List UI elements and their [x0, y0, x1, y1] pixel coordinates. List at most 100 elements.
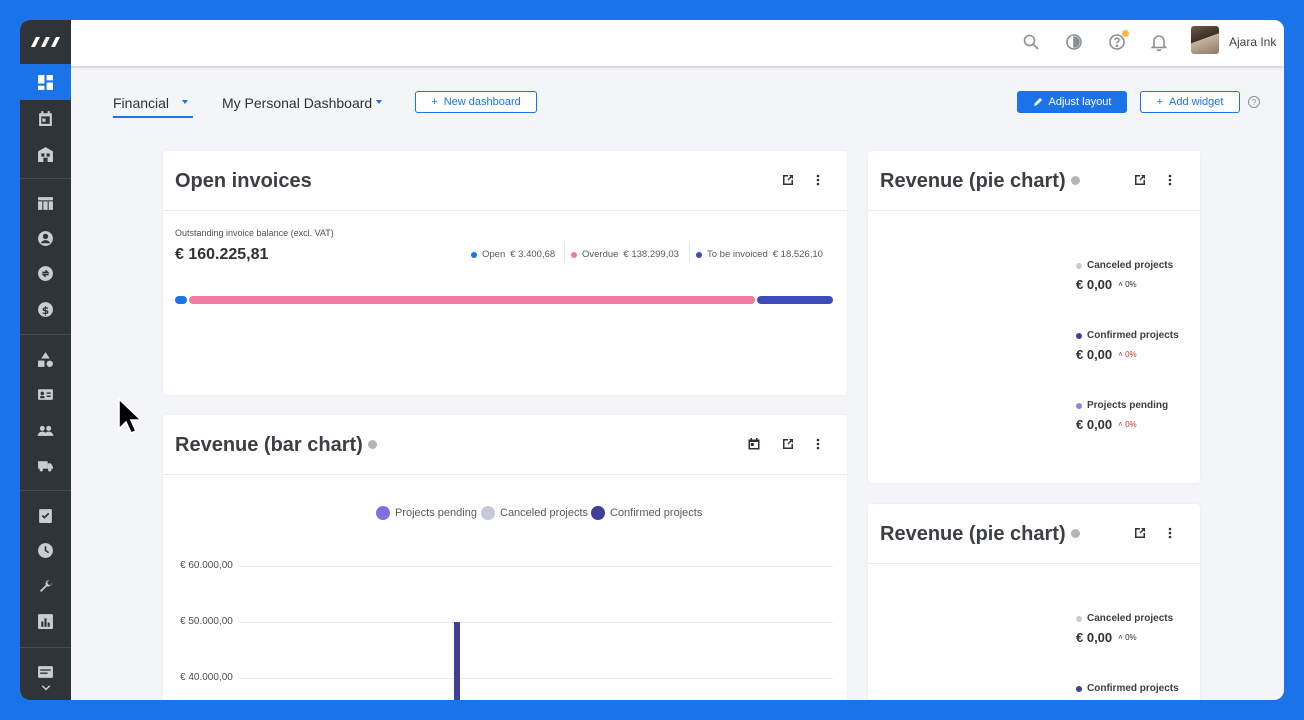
theme-icon [1066, 34, 1082, 50]
sidebar-item-tasks[interactable] [20, 497, 71, 533]
tab-financial[interactable]: Financial [113, 95, 169, 111]
pie-entry-value: € 0,00 [1076, 417, 1113, 432]
bell-icon [1150, 35, 1168, 51]
widget-title-text: Revenue (pie chart) [880, 523, 1066, 545]
more-options-button[interactable] [1162, 525, 1178, 541]
sidebar-item-company[interactable] [20, 136, 71, 172]
legend-dot [1076, 402, 1082, 409]
add-widget-label: Add widget [1169, 96, 1224, 108]
user-name[interactable]: Ajara Ink [1229, 35, 1276, 49]
sidebar-item-products[interactable] [20, 341, 71, 377]
open-external-button[interactable] [1132, 525, 1148, 541]
help-button[interactable] [1106, 30, 1129, 53]
search-icon [1023, 34, 1039, 50]
sidebar-item-contacts[interactable] [20, 220, 71, 256]
open-external-icon [783, 439, 793, 449]
more-options-button[interactable] [1162, 172, 1178, 188]
sidebar-item-team[interactable] [20, 412, 71, 448]
adjust-layout-label: Adjust layout [1048, 96, 1112, 108]
tab-my-personal-dashboard[interactable]: My Personal Dashboard [222, 95, 372, 111]
info-icon[interactable] [367, 440, 377, 449]
pie-entry-change-value: 0% [1125, 633, 1137, 642]
legend-open: Open € 3.400,68 [471, 249, 555, 260]
invoice-bar-overdue[interactable] [189, 296, 755, 304]
calendar-icon [748, 438, 760, 450]
sidebar-item-contact-card[interactable] [20, 376, 71, 412]
sidebar-divider [20, 334, 71, 335]
sidebar-divider [20, 490, 71, 491]
invoice-bar-open[interactable] [175, 296, 187, 304]
chart-legend-item[interactable]: Canceled projects [481, 506, 588, 520]
more-vertical-icon [1168, 174, 1172, 186]
open-external-button[interactable] [1132, 172, 1148, 188]
open-external-icon [1135, 175, 1145, 185]
legend-divider [564, 241, 565, 263]
pie-entry-canceled: Canceled projects € 0,00 ˄ 0% [1076, 613, 1173, 645]
open-external-icon [1135, 528, 1145, 538]
app-window: $ Ajara Ink Financial My Personal Dashbo… [20, 20, 1284, 700]
sidebar-item-dashboard[interactable] [20, 64, 71, 100]
info-icon[interactable] [1070, 176, 1080, 185]
clock-icon [38, 542, 53, 558]
app-logo[interactable] [20, 20, 71, 64]
legend-value: € 18.526,10 [772, 249, 823, 260]
invoice-total: € 160.225,81 [175, 246, 269, 263]
chevron-down-icon [41, 685, 50, 691]
wrench-icon [39, 579, 52, 592]
mouse-cursor-icon [118, 398, 140, 435]
search-button[interactable] [1020, 31, 1042, 53]
sidebar-item-settings[interactable] [20, 568, 71, 604]
contact-card-icon [38, 388, 53, 400]
truck-icon [38, 460, 53, 471]
chart-legend-item[interactable]: Confirmed projects [591, 506, 702, 520]
caret-down-icon[interactable] [182, 100, 188, 104]
legend-dot [471, 251, 477, 258]
more-options-button[interactable] [810, 172, 826, 188]
open-invoices-widget: Open invoices Outstanding invoice balanc… [163, 151, 847, 395]
info-icon[interactable] [1070, 529, 1080, 538]
sync-icon [38, 265, 53, 281]
legend-dot [571, 251, 577, 258]
chart-legend-item[interactable]: Projects pending [376, 506, 477, 520]
more-vertical-icon [816, 438, 820, 450]
widget-header: Revenue (pie chart) [868, 151, 1200, 211]
widget-title-text: Revenue (bar chart) [175, 434, 363, 456]
sidebar-expand[interactable] [20, 676, 71, 700]
date-range-button[interactable] [746, 436, 762, 452]
caret-down-icon[interactable] [376, 100, 382, 104]
theme-button[interactable] [1063, 31, 1085, 53]
sidebar-item-finance[interactable]: $ [20, 291, 71, 327]
more-options-button[interactable] [810, 436, 826, 452]
open-external-button[interactable] [780, 172, 796, 188]
widget-header: Revenue (pie chart) [868, 504, 1200, 564]
sidebar-item-delivery[interactable] [20, 447, 71, 483]
legend-dot [1076, 615, 1082, 622]
widget-title: Open invoices [175, 170, 312, 192]
sidebar-item-sync[interactable] [20, 255, 71, 291]
sidebar-item-reports[interactable] [20, 603, 71, 639]
active-tab-indicator [113, 116, 193, 118]
new-dashboard-button[interactable]: + New dashboard [415, 91, 537, 113]
adjust-layout-button[interactable]: Adjust layout [1017, 91, 1127, 113]
widget-title: Revenue (pie chart) [880, 523, 1080, 546]
top-bar: Ajara Ink [71, 20, 1284, 66]
pie-entry-canceled: Canceled projects € 0,00 ˄ 0% [1076, 260, 1173, 292]
sidebar-item-time[interactable] [20, 532, 71, 568]
invoice-bar-to-be-invoiced[interactable] [757, 296, 833, 304]
sidebar-item-calendar[interactable] [20, 100, 71, 136]
notifications-button[interactable] [1148, 31, 1170, 53]
sidebar: $ [20, 20, 71, 700]
revenue-bar-widget: Revenue (bar chart) Projects pending Can… [163, 415, 847, 700]
avatar[interactable] [1191, 26, 1219, 54]
add-widget-button[interactable]: + Add widget [1140, 91, 1240, 113]
sidebar-item-table[interactable] [20, 185, 71, 221]
svg-text:$: $ [42, 303, 49, 316]
bar-confirmed-projects[interactable] [454, 622, 460, 700]
legend-dot [591, 506, 605, 520]
open-external-button[interactable] [780, 436, 796, 452]
help-icon[interactable]: ? [1248, 96, 1260, 108]
y-tick-label: € 50.000,00 [180, 616, 233, 627]
legend-dot [1076, 332, 1082, 339]
shapes-icon [38, 351, 53, 367]
legend-label: Projects pending [395, 507, 477, 519]
